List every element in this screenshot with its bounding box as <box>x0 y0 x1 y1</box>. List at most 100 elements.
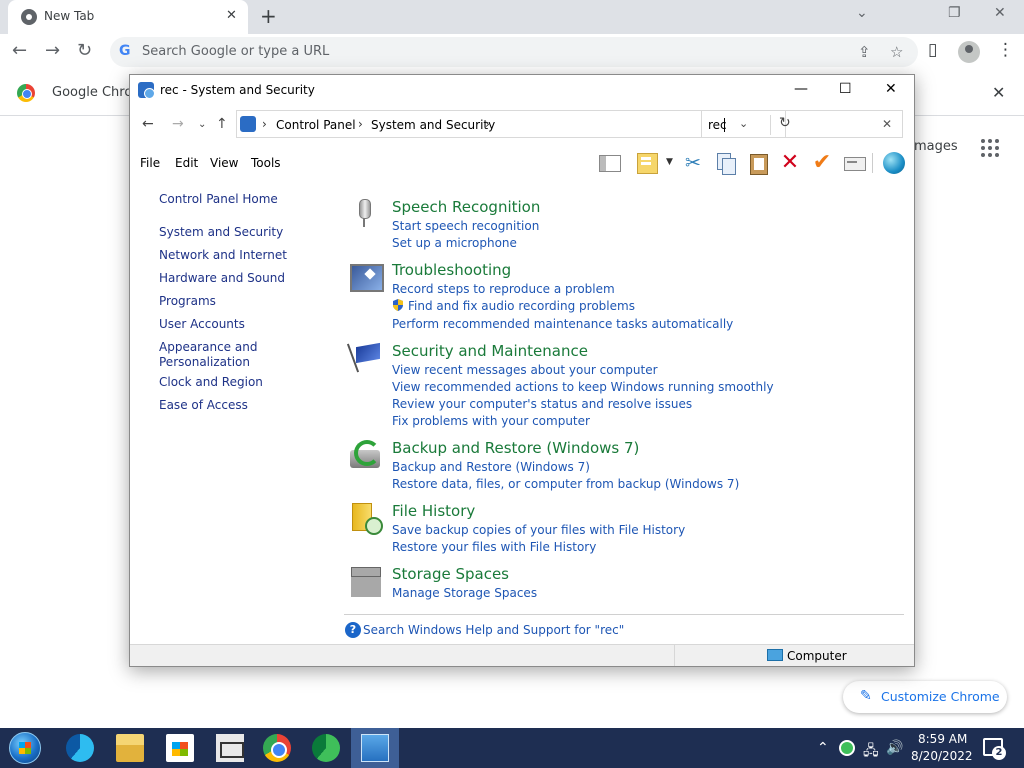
tab-search-icon[interactable]: ⌄ <box>856 5 868 21</box>
start-button-icon[interactable] <box>9 732 41 764</box>
category-title-file-history[interactable]: File History <box>392 502 475 520</box>
bookmark-star-icon[interactable]: ☆ <box>890 43 903 61</box>
backup-icon[interactable] <box>348 438 382 472</box>
menu-dots-icon[interactable]: ⋮ <box>997 40 1014 60</box>
sidebar-item-user-accounts[interactable]: User Accounts <box>159 317 299 332</box>
chrome-taskbar-icon[interactable] <box>263 734 291 762</box>
mail-icon[interactable] <box>216 734 244 762</box>
cp-back-icon[interactable]: ← <box>142 116 154 132</box>
troubleshooting-icon[interactable] <box>348 260 384 294</box>
breadcrumb-chevron-icon[interactable]: › <box>262 117 267 131</box>
apps-grid-icon[interactable] <box>981 139 999 157</box>
tab-close-icon[interactable]: ✕ <box>226 8 237 23</box>
menu-file[interactable]: File <box>140 156 160 170</box>
cp-recent-icon[interactable]: ⌄ <box>198 119 206 130</box>
help-search-link[interactable]: Search Windows Help and Support for "rec… <box>363 623 624 637</box>
category-title-storage[interactable]: Storage Spaces <box>392 565 509 583</box>
back-icon[interactable]: ← <box>12 40 27 61</box>
search-clear-icon[interactable]: ✕ <box>882 117 892 131</box>
link-manage-storage[interactable]: Manage Storage Spaces <box>392 586 537 600</box>
link-restore-data[interactable]: Restore data, files, or computer from ba… <box>392 477 739 491</box>
clock-date[interactable]: 8/20/2022 <box>911 749 973 763</box>
menu-edit[interactable]: Edit <box>175 156 198 170</box>
chrome-toolbar: ← → ↻ G Search Google or type a URL ⇪ ☆ … <box>0 34 1024 70</box>
reload-icon[interactable]: ↻ <box>77 40 92 61</box>
link-start-speech[interactable]: Start speech recognition <box>392 219 539 233</box>
flag-icon[interactable] <box>348 341 382 375</box>
link-setup-microphone[interactable]: Set up a microphone <box>392 236 517 250</box>
category-title-backup[interactable]: Backup and Restore (Windows 7) <box>392 439 639 457</box>
file-history-icon[interactable] <box>348 501 383 535</box>
cut-icon[interactable]: ✂ <box>681 151 705 175</box>
share-icon[interactable]: ⇪ <box>858 43 871 61</box>
delete-icon[interactable]: ✕ <box>778 151 802 175</box>
cp-titlebar[interactable]: rec - System and Security — ☐ ✕ <box>130 75 914 105</box>
clock-time[interactable]: 8:59 AM <box>918 732 967 746</box>
sidebar-item-clock-region[interactable]: Clock and Region <box>159 375 299 390</box>
microphone-icon[interactable] <box>348 197 382 231</box>
storage-spaces-icon[interactable] <box>348 564 382 598</box>
sidebar-item-network-internet[interactable]: Network and Internet <box>159 248 299 263</box>
link-backup-restore[interactable]: Backup and Restore (Windows 7) <box>392 460 590 474</box>
link-maintenance-tasks[interactable]: Perform recommended maintenance tasks au… <box>392 317 733 331</box>
new-tab-button[interactable]: + <box>260 4 277 28</box>
category-title-speech[interactable]: Speech Recognition <box>392 198 540 216</box>
network-icon[interactable]: 🖧 <box>863 740 879 764</box>
cp-maximize-icon[interactable]: ☐ <box>839 81 852 97</box>
close-window-icon[interactable]: ✕ <box>994 5 1006 21</box>
cp-forward-icon[interactable]: → <box>172 116 184 132</box>
cp-close-icon[interactable]: ✕ <box>885 81 897 97</box>
omnibox[interactable]: G Search Google or type a URL ⇪ ☆ <box>110 37 918 67</box>
copy-icon[interactable] <box>714 151 738 175</box>
breadcrumb-system-security[interactable]: System and Security <box>371 118 495 132</box>
profile-avatar-icon[interactable] <box>958 41 980 63</box>
images-link[interactable]: mages <box>914 139 958 154</box>
cp-minimize-icon[interactable]: — <box>794 81 808 97</box>
edge-dev-icon[interactable] <box>312 734 340 762</box>
globe-icon[interactable] <box>882 151 906 175</box>
edge-icon[interactable] <box>66 734 94 762</box>
link-restore-files[interactable]: Restore your files with File History <box>392 540 596 554</box>
control-panel-taskbar-icon[interactable] <box>361 734 389 762</box>
sidebar-item-hardware-sound[interactable]: Hardware and Sound <box>159 271 299 286</box>
tray-chevron-up-icon[interactable]: ⌃ <box>817 740 829 756</box>
properties-icon[interactable] <box>842 151 866 175</box>
views-dropdown-icon[interactable]: ▼ <box>666 157 673 167</box>
breadcrumb-chevron-icon[interactable]: › <box>485 117 490 131</box>
category-title-troubleshooting[interactable]: Troubleshooting <box>392 261 511 279</box>
cp-search-input[interactable]: rec ✕ <box>701 110 903 138</box>
sidebar-item-appearance[interactable]: Appearance and Personalization <box>159 340 259 370</box>
link-recent-messages[interactable]: View recent messages about your computer <box>392 363 658 377</box>
sidebar-item-system-security[interactable]: System and Security <box>159 225 299 240</box>
sidebar-item-programs[interactable]: Programs <box>159 294 299 309</box>
paste-icon[interactable] <box>746 151 770 175</box>
link-fix-problems[interactable]: Fix problems with your computer <box>392 414 590 428</box>
category-title-security[interactable]: Security and Maintenance <box>392 342 588 360</box>
link-review-status[interactable]: Review your computer's status and resolv… <box>392 397 692 411</box>
bar-close-icon[interactable]: ✕ <box>992 83 1005 102</box>
store-icon[interactable] <box>166 734 194 762</box>
menu-tools[interactable]: Tools <box>251 156 281 170</box>
cp-up-icon[interactable]: ↑ <box>216 116 228 132</box>
customize-chrome-button[interactable]: ✎ Customize Chrome <box>843 681 1007 713</box>
link-recommended-actions[interactable]: View recommended actions to keep Windows… <box>392 380 774 394</box>
restore-icon[interactable]: ❐ <box>948 5 961 21</box>
link-record-steps[interactable]: Record steps to reproduce a problem <box>392 282 615 296</box>
menu-view[interactable]: View <box>210 156 238 170</box>
breadcrumb-control-panel[interactable]: Control Panel <box>276 118 356 132</box>
views-icon[interactable] <box>635 151 659 175</box>
file-explorer-icon[interactable] <box>116 734 144 762</box>
link-fix-audio-recording[interactable]: Find and fix audio recording problems <box>408 299 635 313</box>
link-save-backup-copies[interactable]: Save backup copies of your files with Fi… <box>392 523 685 537</box>
status-text: Computer <box>787 649 847 663</box>
tray-vpn-icon[interactable] <box>839 740 855 756</box>
sidebar-item-control-panel-home[interactable]: Control Panel Home <box>159 192 299 207</box>
layout-icon[interactable] <box>597 151 621 175</box>
tab-new-tab[interactable]: New Tab ✕ <box>8 0 248 34</box>
breadcrumb-chevron-icon[interactable]: › <box>358 117 363 131</box>
side-panel-icon[interactable]: ▯ <box>928 40 937 60</box>
sidebar-item-ease-of-access[interactable]: Ease of Access <box>159 398 299 413</box>
forward-icon[interactable]: → <box>45 40 60 61</box>
volume-icon[interactable]: 🔊 <box>886 740 903 756</box>
checkmark-icon[interactable]: ✔ <box>810 151 834 175</box>
